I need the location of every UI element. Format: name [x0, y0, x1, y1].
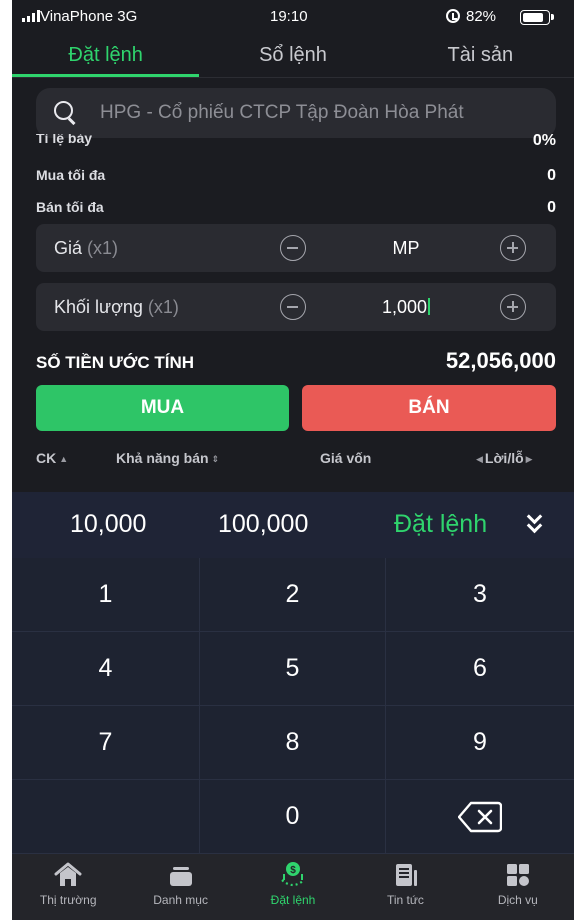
estimated-amount: SỐ TIỀN ƯỚC TÍNH 52,056,000 [36, 348, 556, 374]
price-value[interactable]: MP [326, 238, 486, 259]
quick-10000-button[interactable]: 10,000 [70, 510, 146, 539]
sort-icon: ⇕ [211, 454, 220, 464]
volume-input[interactable]: 1,000 [326, 297, 486, 318]
stock-search-bar[interactable] [36, 88, 556, 138]
column-header-can-sell[interactable]: Khả năng bán ⇕ [116, 450, 219, 470]
nav-label: Đặt lệnh [270, 893, 316, 907]
key-0[interactable]: 0 [200, 780, 386, 854]
volume-stepper: Khối lượng (x1) 1,000 [36, 283, 556, 331]
arrow-left-icon[interactable]: ◀ [476, 454, 483, 464]
key-5[interactable]: 5 [200, 632, 386, 706]
key-8[interactable]: 8 [200, 706, 386, 780]
status-bar: VinaPhone 3G 19:10 82% [12, 0, 574, 36]
nav-dat-lenh[interactable]: $ Đặt lệnh [237, 854, 349, 920]
double-chevron-down-icon[interactable] [526, 508, 548, 536]
keypad-grid: 1 2 3 4 5 6 7 8 9 0 [12, 558, 574, 854]
volume-label: Khối lượng (x1) [54, 297, 179, 317]
clock: 19:10 [270, 8, 308, 25]
arrow-right-icon[interactable]: ▶ [526, 454, 533, 464]
info-row-ratio: Tỉ lệ bảy 0% [36, 134, 556, 152]
battery-percentage: 82% [466, 8, 497, 25]
nav-label: Dịch vụ [497, 893, 538, 907]
orientation-lock-icon [446, 9, 460, 23]
sort-icon: ▲ [59, 454, 69, 464]
text-cursor [428, 298, 431, 315]
quick-100000-button[interactable]: 100,000 [218, 510, 308, 539]
key-7[interactable]: 7 [12, 706, 200, 780]
nav-tin-tuc[interactable]: Tin tức [349, 854, 461, 920]
price-stepper: Giá (x1) MP [36, 224, 556, 272]
info-row-max-sell: Bán tối đa 0 [36, 199, 556, 217]
info-row-max-buy: Mua tối đa 0 [36, 167, 556, 185]
numeric-keypad: 10,000 100,000 Đặt lệnh 1 2 3 4 5 6 7 8 … [12, 492, 574, 854]
stock-search-input[interactable] [100, 102, 540, 124]
news-icon [396, 864, 418, 886]
nav-label: Tin tức [386, 893, 424, 907]
search-icon [54, 101, 78, 125]
price-decrease-button[interactable] [280, 235, 306, 261]
key-6[interactable]: 6 [386, 632, 574, 706]
place-order-button[interactable]: Đặt lệnh [394, 510, 487, 539]
key-1[interactable]: 1 [12, 558, 200, 632]
volume-increase-button[interactable] [500, 294, 526, 320]
info-label: Tỉ lệ bảy [36, 134, 93, 146]
column-header-cost: Giá vốn [320, 450, 372, 466]
tab-tai-san[interactable]: Tài sản [387, 36, 574, 77]
key-4[interactable]: 4 [12, 632, 200, 706]
home-icon [54, 862, 82, 886]
price-increase-button[interactable] [500, 235, 526, 261]
info-value: 0 [547, 167, 556, 184]
top-tabs: Đặt lệnh Sổ lệnh Tài sản [12, 36, 574, 78]
quick-volume-bar: 10,000 100,000 Đặt lệnh [12, 492, 574, 558]
key-empty [12, 780, 200, 854]
info-value: 0 [547, 199, 556, 216]
carrier-name: VinaPhone 3G [40, 8, 138, 25]
nav-danh-muc[interactable]: Danh mục [124, 854, 236, 920]
column-header-ck[interactable]: CK ▲ [36, 450, 68, 470]
price-label: Giá (x1) [54, 238, 119, 258]
tab-so-lenh[interactable]: Sổ lệnh [199, 36, 386, 77]
backspace-key[interactable] [386, 780, 574, 854]
info-value: 0% [532, 134, 556, 149]
info-label: Mua tối đa [36, 167, 106, 183]
svg-text:$: $ [290, 865, 296, 876]
estimate-label: SỐ TIỀN ƯỚC TÍNH [36, 353, 194, 372]
buy-button[interactable]: MUA [36, 385, 289, 431]
order-icon: $ [281, 862, 305, 887]
portfolio-icon [169, 867, 192, 886]
nav-label: Danh mục [153, 893, 208, 907]
battery-icon [520, 10, 554, 25]
signal-icon [22, 10, 40, 22]
nav-thi-truong[interactable]: Thị trường [12, 854, 124, 920]
order-screen: VinaPhone 3G 19:10 82% Đặt lệnh Sổ lệnh … [12, 0, 574, 920]
nav-label: Thị trường [39, 893, 97, 907]
key-2[interactable]: 2 [200, 558, 386, 632]
info-label: Bán tối đa [36, 199, 104, 215]
sell-button[interactable]: BÁN [302, 385, 556, 431]
estimate-value: 52,056,000 [445, 348, 556, 373]
backspace-icon [458, 801, 502, 832]
nav-dich-vu[interactable]: Dịch vụ [462, 854, 574, 920]
volume-decrease-button[interactable] [280, 294, 306, 320]
key-3[interactable]: 3 [386, 558, 574, 632]
key-9[interactable]: 9 [386, 706, 574, 780]
tab-dat-lenh[interactable]: Đặt lệnh [12, 36, 200, 77]
services-icon [506, 864, 529, 886]
bottom-navigation: Thị trường Danh mục $ Đặt lệnh Tin tức D… [12, 854, 574, 920]
column-header-pnl[interactable]: ◀ Lời/lỗ ▶ [476, 450, 533, 470]
